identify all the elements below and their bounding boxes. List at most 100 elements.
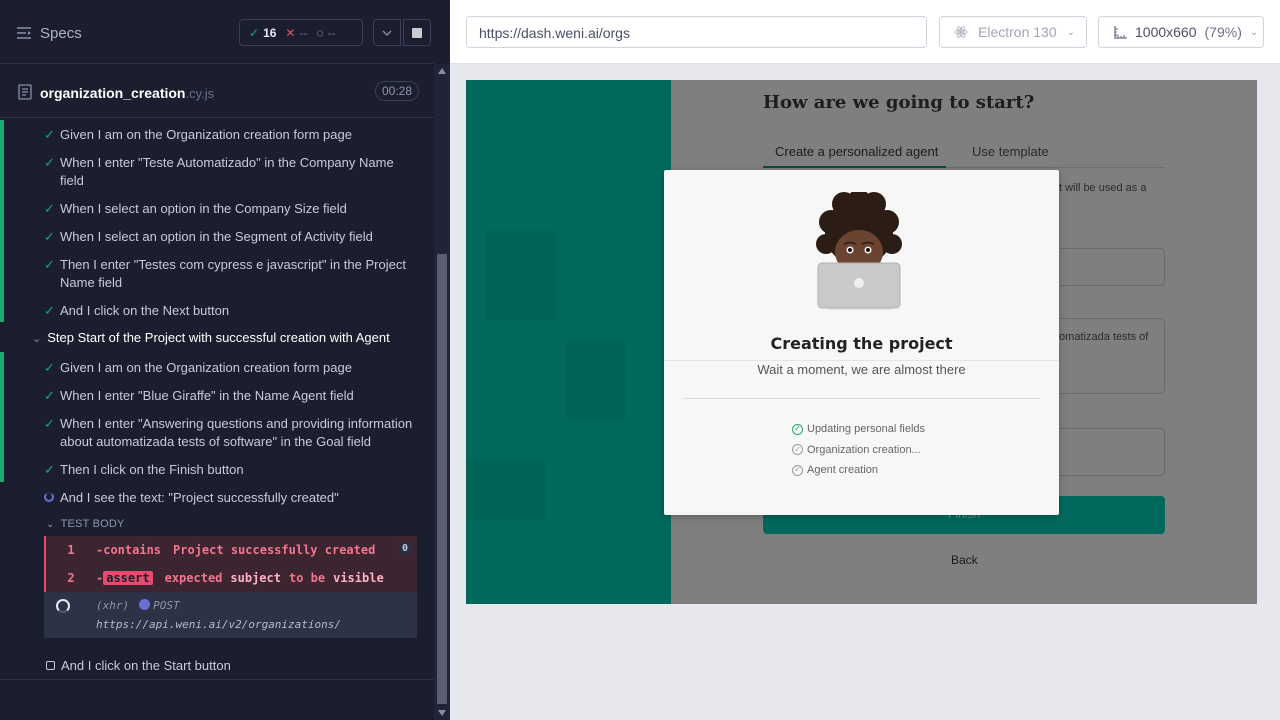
electron-icon — [954, 26, 968, 38]
chevron-down-icon: ⌄ — [1066, 26, 1075, 38]
document-icon — [18, 84, 32, 100]
specs-label: Specs — [40, 24, 82, 42]
command-contains[interactable]: 1 -contains Project successfully created… — [44, 536, 417, 564]
xhr-method: POST — [153, 599, 180, 612]
check-icon: ✓ — [44, 303, 55, 318]
command-dash: - — [96, 571, 104, 585]
failed-count: -- — [299, 25, 308, 40]
scrollbar[interactable] — [434, 64, 450, 720]
command-name: -contains — [96, 543, 162, 557]
x-icon: ✕ — [285, 25, 296, 40]
assert-word: subject — [230, 571, 281, 585]
pending-stat: ◌ -- — [307, 26, 335, 40]
check-icon: ✓ — [44, 416, 55, 431]
test-body-toggle[interactable]: ⌄ TEST BODY — [46, 518, 125, 530]
zoom-level: (79%) — [1204, 24, 1242, 40]
brand-sidebar — [466, 80, 671, 604]
stop-button[interactable] — [403, 19, 431, 46]
url-bar[interactable]: https://dash.weni.ai/orgs — [466, 16, 927, 48]
decorative-shape — [566, 340, 626, 420]
chevron-down-icon: ⌄ — [46, 519, 55, 530]
goal-field-text: tomatizada tests of — [1056, 331, 1149, 343]
test-stats: ✓ 16 ✕ -- ◌ -- — [239, 19, 363, 46]
viewport-selector[interactable]: 1000x660 (79%) ⌄ — [1098, 16, 1264, 48]
step-item[interactable]: ✓ And I click on the Next button — [44, 302, 416, 320]
scrollbar-thumb[interactable] — [437, 254, 447, 704]
specs-toggle-button[interactable]: Specs — [16, 22, 82, 44]
browser-name: Electron 130 — [978, 24, 1057, 40]
element-count-badge: 0 — [398, 543, 411, 554]
spinner-icon — [44, 492, 54, 502]
assert-word: visible — [333, 571, 384, 585]
loading-ring-icon — [56, 599, 70, 613]
step-item[interactable]: ✓ When I enter "Answering questions and p… — [44, 415, 416, 451]
assert-word: to be — [288, 571, 326, 585]
passed-indicator-bar — [0, 120, 4, 322]
viewport-size: 1000x660 — [1135, 24, 1197, 40]
check-icon: ✓ — [44, 127, 55, 142]
tab-personalized-agent[interactable]: Create a personalized agent — [763, 144, 946, 168]
xhr-url: https://api.weni.ai/v2/organizations/ — [96, 618, 342, 631]
browser-selector[interactable]: Electron 130 ⌄ — [939, 16, 1087, 48]
collapse-button[interactable] — [373, 19, 401, 46]
step-item[interactable]: ✓ Then I click on the Finish button — [44, 461, 416, 479]
step-item[interactable]: ✓ When I select an option in the Company … — [44, 200, 416, 218]
progress-item: ✓ Organization creation... — [792, 440, 925, 461]
check-icon: ✓ — [44, 257, 55, 272]
pending-dot-icon — [139, 599, 151, 610]
chevron-down-icon — [382, 30, 392, 36]
progress-item: ✓ Updating personal fields — [792, 419, 925, 440]
spec-file-ext: .cy.js — [185, 86, 215, 101]
command-number: 1 — [67, 543, 75, 557]
step-item[interactable]: ✓ When I select an option in the Segment … — [44, 228, 416, 246]
divider — [664, 360, 1059, 361]
divider — [683, 398, 1040, 399]
spec-duration: 00:28 — [375, 81, 420, 101]
form-tabs: Create a personalized agent Use template — [763, 142, 1165, 168]
scroll-up-icon[interactable] — [438, 68, 446, 74]
passed-indicator-bar — [0, 352, 4, 482]
aut-toolbar: https://dash.weni.ai/orgs Electron 130 ⌄… — [450, 0, 1280, 64]
failed-stat: ✕ -- — [276, 26, 307, 40]
pending-count: -- — [327, 25, 336, 40]
xhr-request[interactable]: (xhr) POST https://api.weni.ai/v2/organiz… — [44, 592, 417, 638]
cypress-reporter-panel: Specs ✓ 16 ✕ -- ◌ -- organization_creati… — [0, 0, 450, 720]
form-title: How are we going to start? — [763, 92, 1035, 113]
spec-file-header: organization_creation.cy.js 00:28 — [0, 72, 434, 118]
step-item[interactable]: ✓ When I enter "Teste Automatizado" in th… — [44, 154, 416, 190]
check-icon: ✓ — [44, 462, 55, 477]
creating-project-modal: Creating the project Wait a moment, we a… — [664, 170, 1059, 515]
check-circle-icon: ✓ — [792, 444, 803, 456]
assert-word: expected — [164, 571, 223, 585]
step-item-running[interactable]: And I see the text: "Project successfull… — [44, 489, 416, 507]
avatar-laptop-illustration — [816, 192, 902, 310]
step-item[interactable]: ✓ When I enter "Blue Giraffe" in the Name… — [44, 387, 416, 405]
ruler-icon — [1114, 26, 1127, 39]
check-icon: ✓ — [44, 360, 55, 375]
check-icon: ✓ — [44, 155, 55, 170]
suite-title[interactable]: ⌄ Step Start of the Project with successf… — [32, 330, 390, 345]
command-assert[interactable]: 2 - assert expected subject to be visibl… — [44, 564, 417, 592]
step-item[interactable]: ✓ Given I am on the Organization creation… — [44, 126, 416, 144]
command-log[interactable]: ✓ Given I am on the Organization creation… — [0, 120, 434, 680]
chevron-down-icon: ⌄ — [32, 333, 42, 345]
assert-badge: assert — [103, 571, 153, 585]
check-icon: ✓ — [249, 25, 260, 40]
command-arg: Project successfully created — [173, 543, 376, 557]
tab-use-template[interactable]: Use template — [972, 144, 1049, 159]
check-circle-icon: ✓ — [792, 464, 803, 476]
check-icon: ✓ — [44, 229, 55, 244]
scroll-down-icon[interactable] — [438, 710, 446, 716]
spec-file-name: organization_creation.cy.js — [40, 85, 215, 101]
modal-title: Creating the project — [770, 334, 953, 353]
decorative-shape — [466, 460, 546, 520]
step-item[interactable]: ✓ Given I am on the Organization creation… — [44, 359, 416, 377]
passed-stat: ✓ 16 — [240, 26, 276, 40]
back-link[interactable]: Back — [951, 553, 978, 567]
step-item-pending[interactable]: And I click on the Start button — [46, 658, 231, 673]
check-icon: ✓ — [44, 388, 55, 403]
decorative-shape — [486, 230, 556, 320]
modal-subtitle: Wait a moment, we are almost there — [757, 362, 966, 377]
command-number: 2 — [67, 571, 75, 585]
step-item[interactable]: ✓ Then I enter "Testes com cypress e java… — [44, 256, 416, 292]
